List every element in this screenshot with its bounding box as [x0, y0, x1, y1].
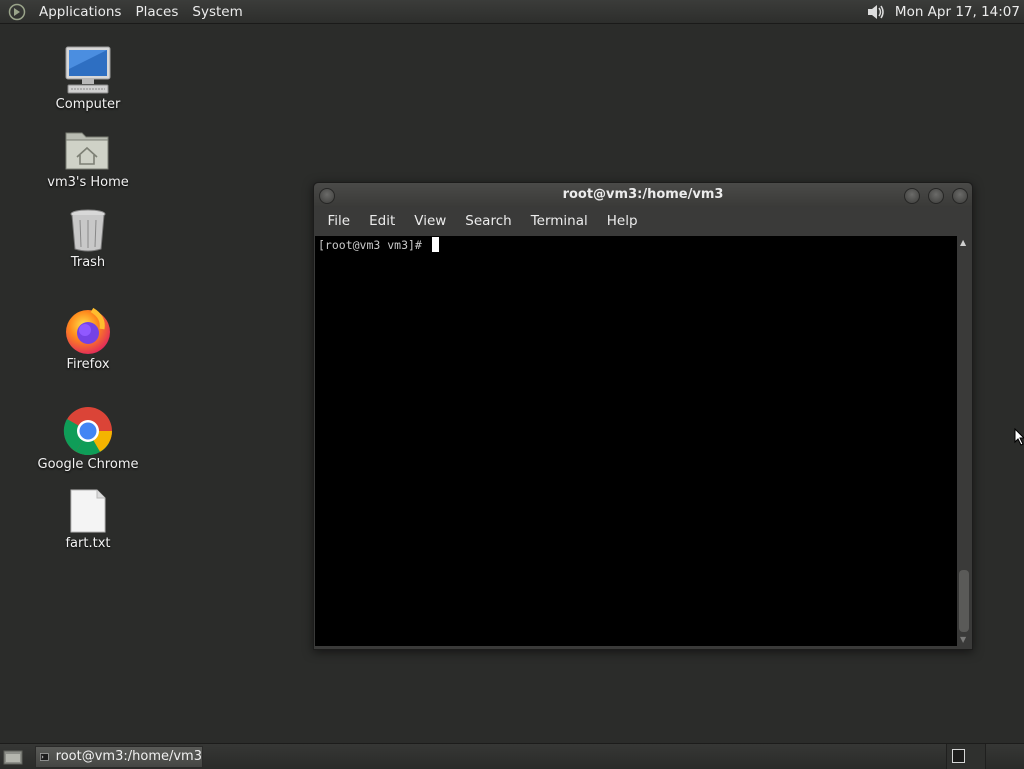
menu-search[interactable]: Search — [456, 213, 521, 229]
scrollbar-thumb[interactable] — [959, 570, 969, 632]
terminal-output[interactable]: [root@vm3 vm3]# — [315, 236, 957, 646]
workspace-1[interactable] — [946, 744, 985, 769]
window-title: root@vm3:/home/vm3 — [562, 187, 724, 202]
desktop-icon-label: Computer — [55, 97, 121, 112]
desktop-icon-computer[interactable]: Computer — [33, 45, 143, 112]
scroll-up-arrow-icon[interactable]: ▲ — [960, 238, 966, 247]
bottom-panel: root@vm3:/home/vm3 — [0, 743, 1024, 769]
menu-view[interactable]: View — [405, 213, 456, 229]
menu-edit[interactable]: Edit — [360, 213, 405, 229]
applications-menu[interactable]: Applications — [32, 4, 128, 20]
desktop-icon-label: vm3's Home — [47, 175, 129, 190]
text-cursor — [431, 237, 439, 252]
terminal-menubar: File Edit View Search Terminal Help — [314, 207, 972, 235]
prompt-text: [root@vm3 vm3]# — [318, 238, 429, 252]
desktop-icon-fart-txt[interactable]: fart.txt — [33, 488, 143, 551]
scroll-down-arrow-icon[interactable]: ▼ — [960, 635, 966, 644]
places-menu[interactable]: Places — [128, 4, 185, 20]
menu-terminal[interactable]: Terminal — [521, 213, 597, 229]
desktop-icon-firefox[interactable]: Firefox — [33, 305, 143, 372]
home-folder-icon — [65, 132, 109, 170]
menu-file[interactable]: File — [318, 213, 360, 229]
taskbar-item-terminal[interactable]: root@vm3:/home/vm3 — [35, 745, 203, 768]
text-file-icon — [70, 489, 106, 533]
mouse-pointer-icon — [1014, 428, 1024, 446]
desktop-icon-trash[interactable]: Trash — [33, 207, 143, 270]
top-panel: Applications Places System Mon Apr 17, 1… — [0, 0, 1024, 24]
volume-icon[interactable] — [865, 2, 887, 22]
maximize-button[interactable] — [928, 188, 944, 204]
terminal-prompt: [root@vm3 vm3]# — [318, 237, 439, 252]
workspace-2[interactable] — [985, 744, 1024, 769]
terminal-scrollbar[interactable]: ▲ ▼ — [957, 236, 971, 646]
distro-logo-icon[interactable] — [8, 3, 26, 21]
minimize-button[interactable] — [904, 188, 920, 204]
window-titlebar[interactable]: root@vm3:/home/vm3 — [314, 183, 972, 207]
terminal-icon — [40, 752, 49, 761]
clock[interactable]: Mon Apr 17, 14:07 — [895, 4, 1024, 20]
system-menu[interactable]: System — [185, 4, 249, 20]
terminal-window[interactable]: root@vm3:/home/vm3 File Edit View Search… — [313, 182, 973, 650]
show-desktop-icon[interactable] — [3, 748, 23, 766]
desktop-icon-chrome[interactable]: Google Chrome — [33, 405, 143, 472]
taskbar-item-label: root@vm3:/home/vm3 — [55, 749, 202, 764]
menu-help[interactable]: Help — [597, 213, 647, 229]
desktop-icon-label: fart.txt — [65, 536, 111, 551]
desktop-icon-label: Firefox — [66, 357, 110, 372]
desktop-icon-label: Google Chrome — [37, 457, 139, 472]
workspace-switcher — [946, 744, 1024, 769]
workspace-window-preview — [952, 749, 965, 763]
trash-icon — [70, 209, 106, 252]
desktop-icon-label: Trash — [70, 255, 106, 270]
desktop-icon-home[interactable]: vm3's Home — [33, 127, 143, 190]
firefox-icon — [66, 307, 110, 354]
chrome-icon — [63, 407, 112, 455]
computer-icon — [65, 46, 111, 94]
close-button[interactable] — [952, 188, 968, 204]
